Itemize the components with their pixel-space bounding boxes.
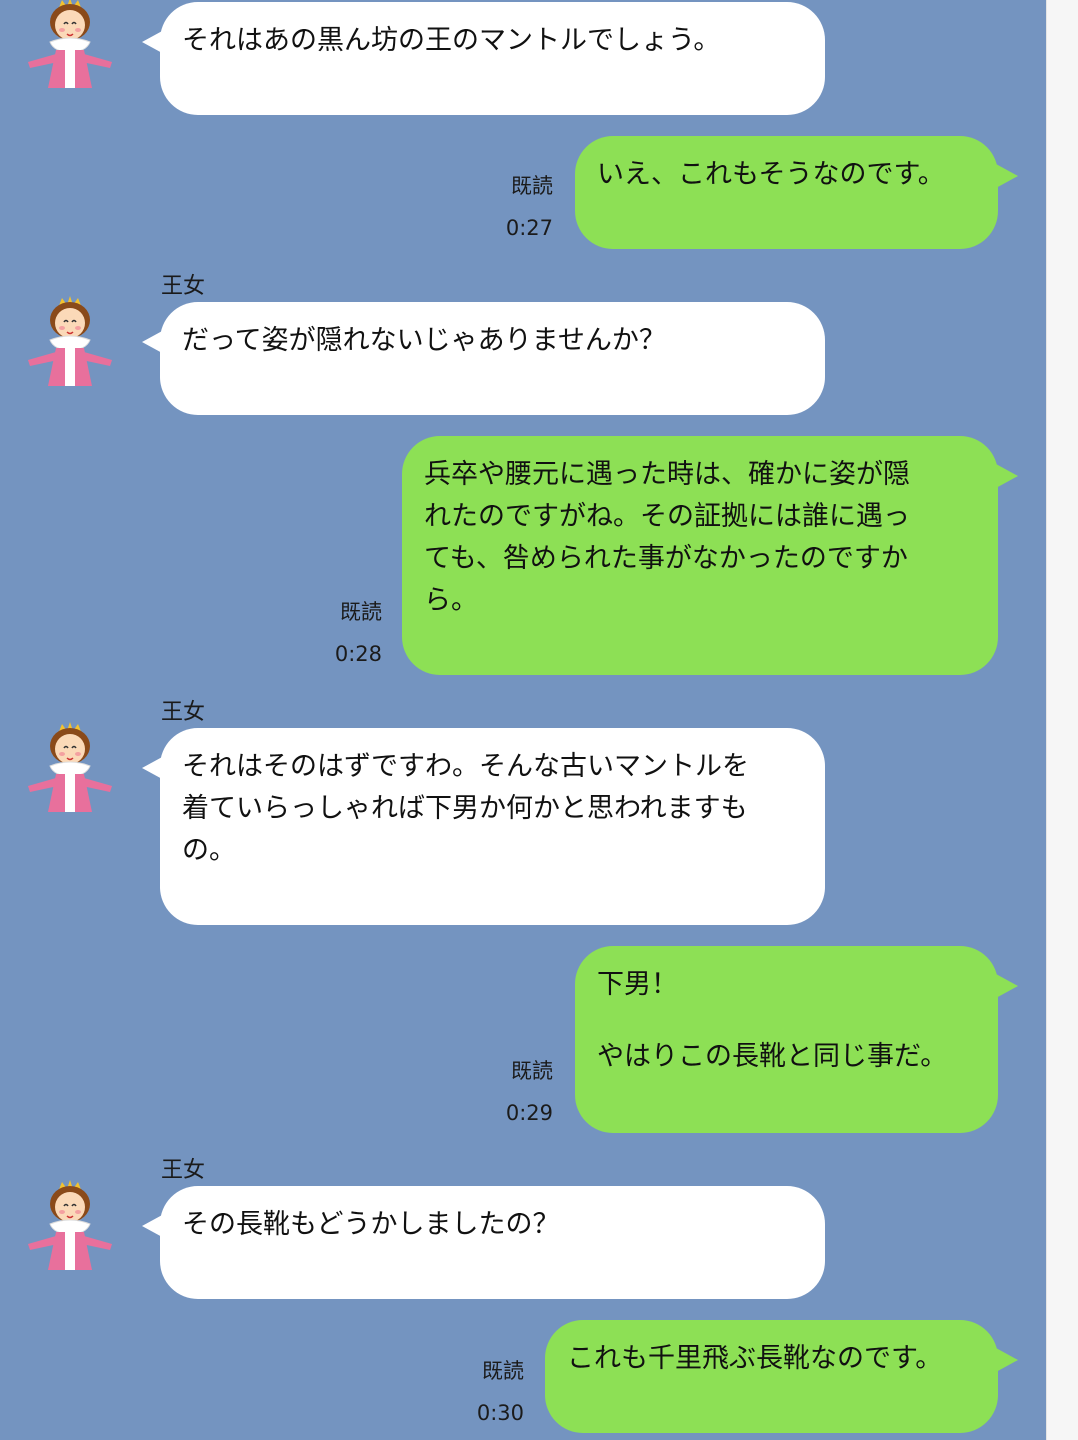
message-bubble-princess[interactable]: それはあの黒ん坊の王のマントルでしょう。 bbox=[142, 2, 825, 115]
message-text: 下男！ bbox=[597, 969, 678, 1000]
message-meta: 既読 0:28 bbox=[292, 591, 382, 675]
message-time: 0:30 bbox=[476, 1401, 524, 1425]
message-text: いえ、これもそうなのです。 bbox=[597, 159, 945, 190]
princess-avatar[interactable] bbox=[22, 1174, 118, 1274]
message-text: それはあの黒ん坊の王のマントルでしょう。 bbox=[182, 25, 721, 56]
message-text: これも千里飛ぶ長靴なのです。 bbox=[567, 1343, 943, 1374]
message-text: それはそのはずですわ。そんな古いマントルを bbox=[182, 751, 749, 782]
message-text: ても、咎められた事がなかったのですか bbox=[424, 543, 908, 574]
read-receipt: 既読 bbox=[482, 1359, 524, 1383]
message-text: ら。 bbox=[424, 585, 478, 616]
message-time: 0:29 bbox=[505, 1101, 553, 1125]
read-receipt: 既読 bbox=[511, 174, 553, 198]
message-bubble-princess[interactable]: だって姿が隠れないじゃありませんか？ bbox=[142, 302, 825, 415]
chat-area[interactable]: それはあの黒ん坊の王のマントルでしょう。 既読 0:27 いえ、これもそうなので… bbox=[0, 0, 1046, 1440]
message-bubble-me[interactable]: いえ、これもそうなのです。 bbox=[575, 136, 1018, 249]
message-meta: 既読 0:27 bbox=[463, 165, 553, 249]
sender-name: 王女 bbox=[161, 700, 206, 725]
scrollbar[interactable] bbox=[1046, 0, 1078, 1440]
message-text: 兵卒や腰元に遇った時は、確かに姿が隠 bbox=[424, 459, 910, 490]
message-time: 0:27 bbox=[505, 216, 553, 240]
read-receipt: 既読 bbox=[511, 1059, 553, 1083]
message-text: だって姿が隠れないじゃありませんか？ bbox=[182, 325, 666, 356]
sender-name: 王女 bbox=[161, 274, 206, 299]
sender-name: 王女 bbox=[161, 1158, 206, 1183]
message-meta: 既読 0:30 bbox=[434, 1350, 524, 1434]
message-time: 0:28 bbox=[334, 642, 382, 666]
princess-avatar[interactable] bbox=[22, 0, 118, 92]
message-meta: 既読 0:29 bbox=[463, 1050, 553, 1134]
read-receipt: 既読 bbox=[340, 600, 382, 624]
message-text: その長靴もどうかしましたの？ bbox=[182, 1209, 560, 1240]
message-text: 着ていらっしゃれば下男か何かと思われますも bbox=[182, 793, 748, 824]
message-bubble-me[interactable]: 下男！ やはりこの長靴と同じ事だ。 bbox=[575, 946, 1018, 1133]
message-text: れたのですがね。その証拠には誰に遇っ bbox=[424, 501, 910, 532]
message-bubble-princess[interactable]: その長靴もどうかしましたの？ bbox=[142, 1186, 825, 1299]
message-bubble-me[interactable]: 兵卒や腰元に遇った時は、確かに姿が隠 れたのですがね。その証拠には誰に遇っ ても… bbox=[402, 436, 1018, 675]
message-text: の。 bbox=[182, 835, 236, 866]
message-bubble-princess[interactable]: それはそのはずですわ。そんな古いマントルを 着ていらっしゃれば下男か何かと思われ… bbox=[142, 728, 825, 925]
princess-avatar[interactable] bbox=[22, 716, 118, 816]
message-text: やはりこの長靴と同じ事だ。 bbox=[597, 1041, 948, 1072]
princess-avatar[interactable] bbox=[22, 290, 118, 390]
message-bubble-me[interactable]: これも千里飛ぶ長靴なのです。 bbox=[545, 1320, 1018, 1433]
